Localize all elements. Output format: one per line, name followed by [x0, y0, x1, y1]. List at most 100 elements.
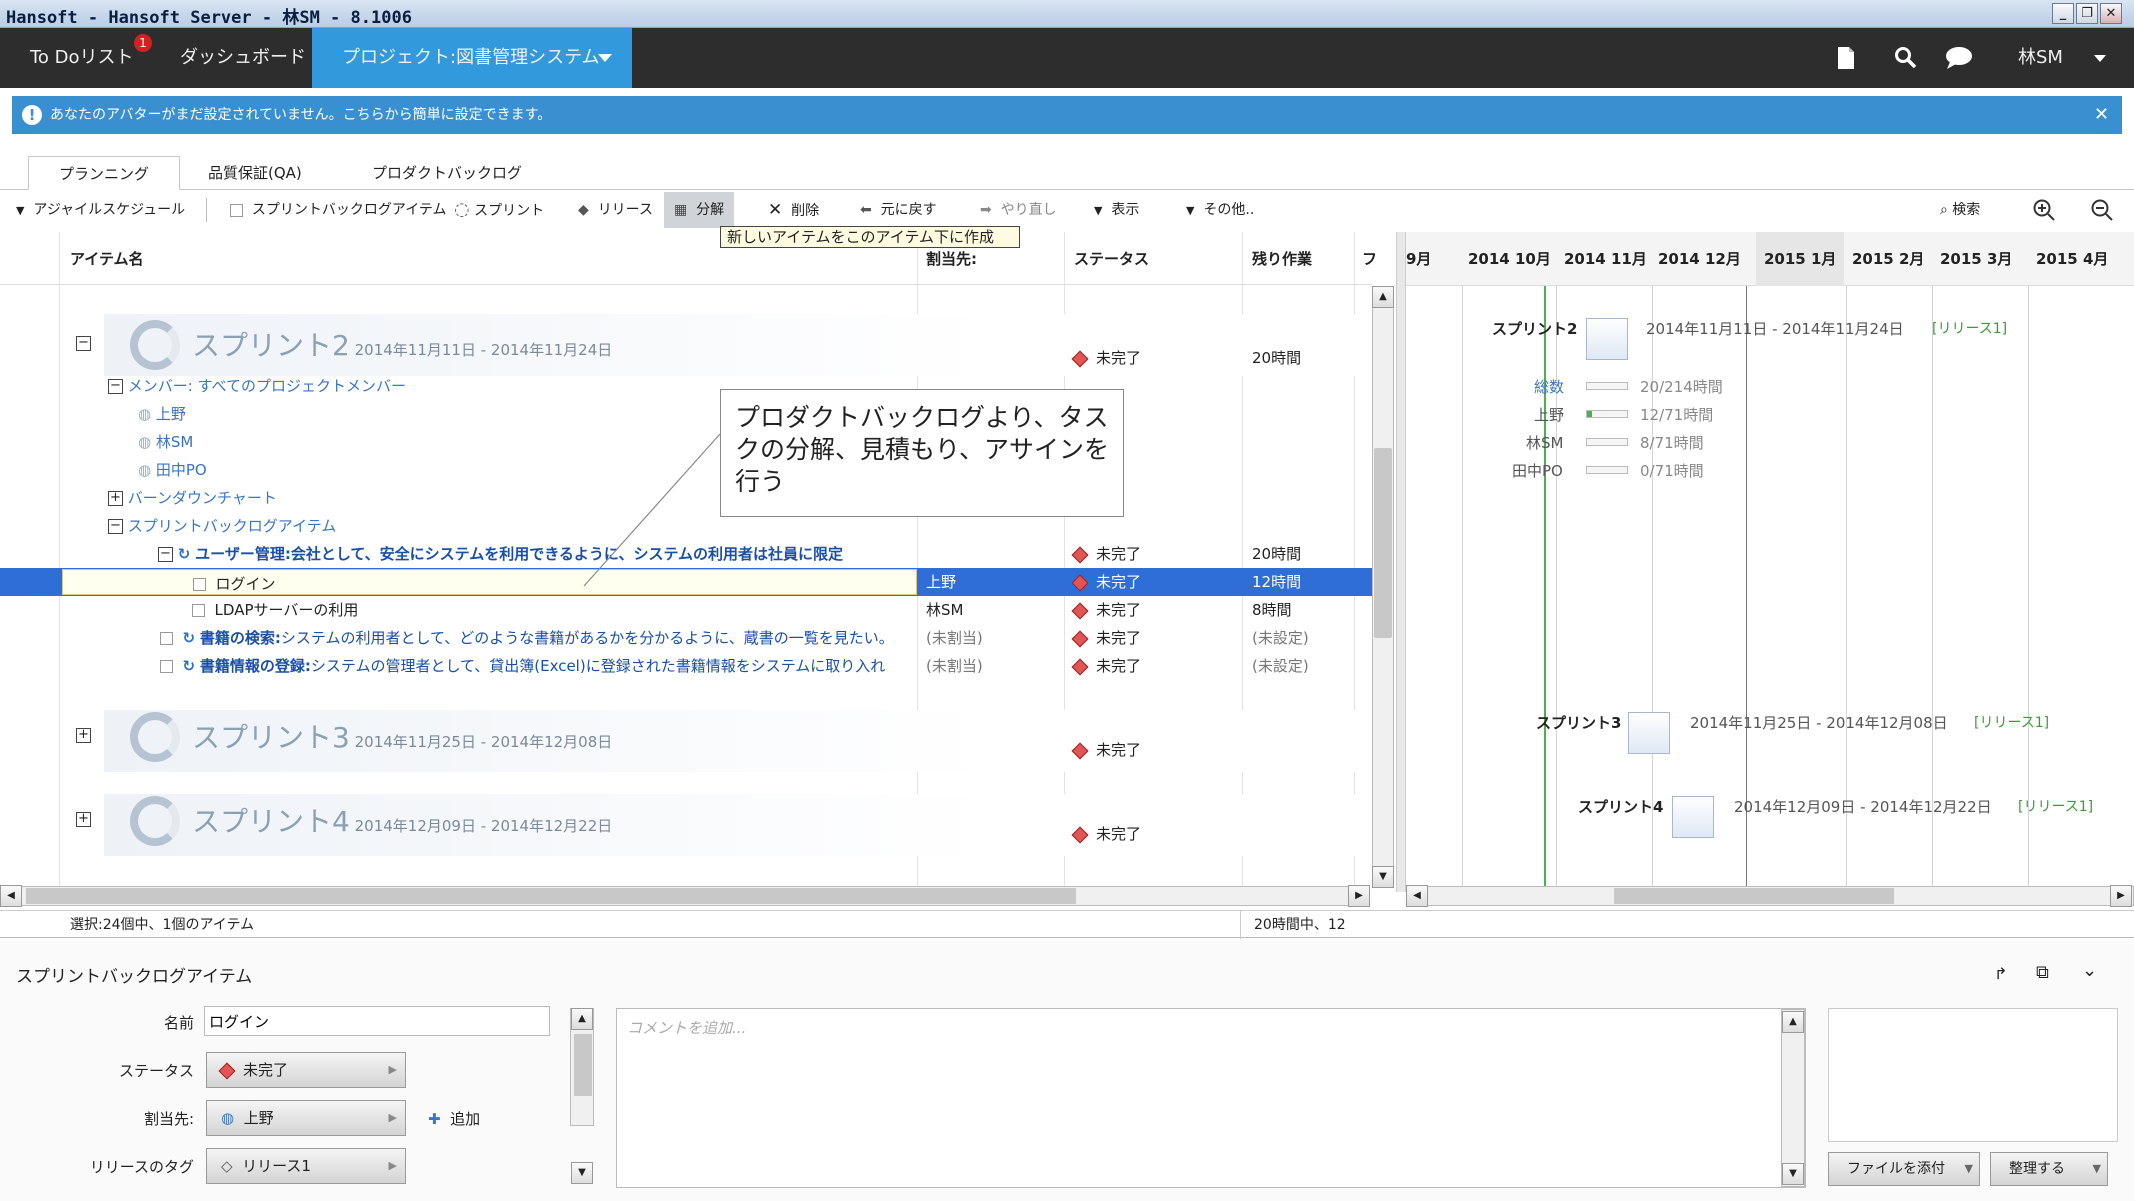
- col-header-status[interactable]: ステータス: [1074, 232, 1149, 286]
- popout-icon[interactable]: ⧉: [2036, 962, 2049, 983]
- search-icon[interactable]: [1894, 46, 1918, 70]
- release-dropdown[interactable]: ◇ リリース1 ▶: [206, 1148, 406, 1184]
- scroll-up-icon[interactable]: ▲: [1782, 1011, 1804, 1033]
- checkbox-icon[interactable]: [192, 604, 205, 617]
- work-status: 20時間中、12: [1254, 917, 1346, 933]
- col-header-remaining[interactable]: 残り作業: [1252, 232, 1312, 286]
- todo-tab[interactable]: To Doリスト: [30, 28, 134, 88]
- sprint4-row[interactable]: スプリント4 2014年12月09日 - 2014年12月22日: [192, 800, 612, 840]
- story-row[interactable]: ↻ 書籍情報の登録:システムの管理者として、貸出簿(Excel)に登録された書籍…: [0, 652, 1372, 680]
- dashboard-tab[interactable]: ダッシュボード: [180, 28, 306, 88]
- refresh-icon[interactable]: ↱: [1994, 964, 2007, 983]
- comment-vscrollbar[interactable]: [1781, 1009, 1805, 1187]
- expand-icon[interactable]: +: [76, 812, 91, 827]
- members-row[interactable]: − メンバー: すべてのプロジェクトメンバー: [0, 372, 1372, 400]
- new-sprint-button[interactable]: ◌ スプリント: [454, 192, 544, 228]
- user-icon: ◍: [138, 461, 152, 479]
- task-row[interactable]: LDAPサーバーの利用 林SM 未完了 8時間: [0, 596, 1372, 624]
- hscroll-thumb[interactable]: [26, 888, 1076, 904]
- scroll-up-icon[interactable]: ▲: [1372, 286, 1394, 308]
- expand-icon[interactable]: +: [108, 491, 123, 506]
- scroll-right-icon[interactable]: ▶: [2110, 885, 2132, 907]
- new-sprint-item-button[interactable]: スプリントバックログアイテム: [230, 192, 447, 228]
- collapse-icon[interactable]: −: [108, 519, 123, 534]
- undo-button[interactable]: ⬅ 元に戻す: [860, 192, 937, 228]
- user-chevron-icon[interactable]: [2094, 55, 2106, 62]
- scroll-down-icon[interactable]: ▼: [1782, 1163, 1804, 1185]
- user-icon: ◍: [221, 1109, 235, 1127]
- vscroll-thumb[interactable]: [1374, 448, 1392, 638]
- gantt-sprint4-tag: [リリース1]: [2018, 799, 2094, 815]
- sprint3-status-label: 未完了: [1096, 741, 1142, 759]
- redo-button[interactable]: ➡ やり直し: [980, 192, 1057, 228]
- gantt-sprint3-bar[interactable]: [1628, 712, 1670, 754]
- assign-dropdown[interactable]: ◍ 上野 ▶: [206, 1100, 406, 1136]
- organize-button[interactable]: 整理する ▼: [1990, 1152, 2108, 1186]
- gantt-hscroll-thumb[interactable]: [1614, 888, 1894, 904]
- checkbox-icon[interactable]: [160, 660, 173, 673]
- gantt-member-label: 田中PO: [1512, 462, 1563, 480]
- comment-box[interactable]: コメントを追加... ▲ ▼: [616, 1008, 1806, 1188]
- caret-down-icon: ▼: [1094, 204, 1103, 217]
- delete-button[interactable]: ✕ 削除: [768, 192, 819, 228]
- chevron-down-icon[interactable]: [598, 54, 612, 62]
- col-header-name[interactable]: アイテム名: [70, 232, 144, 286]
- story-status-label: 未完了: [1096, 545, 1142, 563]
- add-assignee-button[interactable]: ✚ 追加: [428, 1108, 480, 1129]
- minimize-button[interactable]: _: [2052, 3, 2074, 24]
- gantt-search-button[interactable]: ⌕ 検索: [1940, 192, 1980, 228]
- avatar-notice-bar[interactable]: ! あなたのアバターがまだ設定されていません。こちらから簡単に設定できます。 ✕: [12, 96, 2122, 134]
- chat-icon[interactable]: [1944, 46, 1974, 70]
- gantt-total-value: 20/214時間: [1640, 378, 1723, 396]
- sprint4-dates: 2014年12月09日 - 2014年12月22日: [354, 817, 613, 835]
- gantt-month: 2015 2月: [1852, 250, 1925, 268]
- new-release-button[interactable]: ◆ リリース: [578, 192, 653, 228]
- task-name-editor[interactable]: ログイン: [62, 569, 917, 595]
- gantt-sprint2-bar[interactable]: [1586, 318, 1628, 360]
- tab-product-backlog[interactable]: プロダクトバックログ: [350, 156, 544, 190]
- story-row[interactable]: ↻ 書籍の検索:システムの利用者として、どのような書籍があるかを分かるように、蔵…: [0, 624, 1372, 652]
- gantt-sprint4-bar[interactable]: [1672, 796, 1714, 838]
- breakdown-button[interactable]: ▦ 分解: [664, 192, 735, 228]
- expand-icon[interactable]: +: [76, 728, 91, 743]
- close-window-button[interactable]: ✕: [2100, 3, 2122, 24]
- sprint2-row[interactable]: スプリント2 2014年11月11日 - 2014年11月24日: [192, 324, 612, 364]
- sprint-icon: [130, 796, 180, 846]
- document-icon[interactable]: [1836, 46, 1856, 70]
- scroll-down-icon[interactable]: ▼: [571, 1162, 593, 1184]
- scroll-right-icon[interactable]: ▶: [1348, 885, 1370, 907]
- view-dropdown[interactable]: ▼ 表示: [1094, 192, 1139, 228]
- agile-schedule-dropdown[interactable]: ▼ アジャイルスケジュール: [16, 192, 185, 228]
- more-dropdown[interactable]: ▼ その他..: [1186, 192, 1254, 228]
- tab-planning[interactable]: プランニング: [28, 156, 180, 190]
- notice-text[interactable]: あなたのアバターがまだ設定されていません。こちらから簡単に設定できます。: [50, 96, 551, 134]
- collapse-icon[interactable]: −: [158, 547, 173, 562]
- project-tab[interactable]: プロジェクト:図書管理システム: [312, 28, 632, 88]
- fields-vscroll-thumb[interactable]: [574, 1034, 592, 1096]
- close-icon[interactable]: ✕: [2094, 96, 2109, 134]
- scroll-up-icon[interactable]: ▲: [571, 1008, 593, 1030]
- checkbox-icon[interactable]: [193, 578, 206, 591]
- checkbox-icon[interactable]: [160, 632, 173, 645]
- splitter[interactable]: [1396, 232, 1406, 892]
- member-row[interactable]: ◍ 上野: [0, 400, 1372, 428]
- sprint3-row[interactable]: スプリント3 2014年11月25日 - 2014年12月08日: [192, 716, 612, 756]
- col-header-f[interactable]: フ: [1362, 232, 1377, 286]
- tab-qa[interactable]: 品質保証(QA): [186, 156, 324, 190]
- collapse-icon[interactable]: −: [108, 379, 123, 394]
- zoom-out-icon[interactable]: [2090, 198, 2114, 222]
- name-input[interactable]: [204, 1006, 550, 1036]
- collapse-icon[interactable]: −: [76, 336, 91, 351]
- scroll-left-icon[interactable]: ◀: [0, 885, 22, 907]
- attach-file-button[interactable]: ファイルを添付 ▼: [1828, 1152, 1980, 1186]
- status-dropdown[interactable]: 未完了 ▶: [206, 1052, 406, 1088]
- attachment-area[interactable]: [1828, 1008, 2118, 1142]
- user-menu[interactable]: 林SM: [2018, 28, 2063, 88]
- collapse-panel-icon[interactable]: ⌄: [2082, 960, 2097, 981]
- assign-value: 上野: [243, 1109, 274, 1127]
- caret-down-icon: ▼: [2092, 1162, 2101, 1175]
- maximize-button[interactable]: ❐: [2076, 3, 2098, 24]
- zoom-in-icon[interactable]: [2032, 198, 2056, 222]
- scroll-left-icon[interactable]: ◀: [1406, 885, 1428, 907]
- gantt-member-value: 8/71時間: [1640, 434, 1704, 452]
